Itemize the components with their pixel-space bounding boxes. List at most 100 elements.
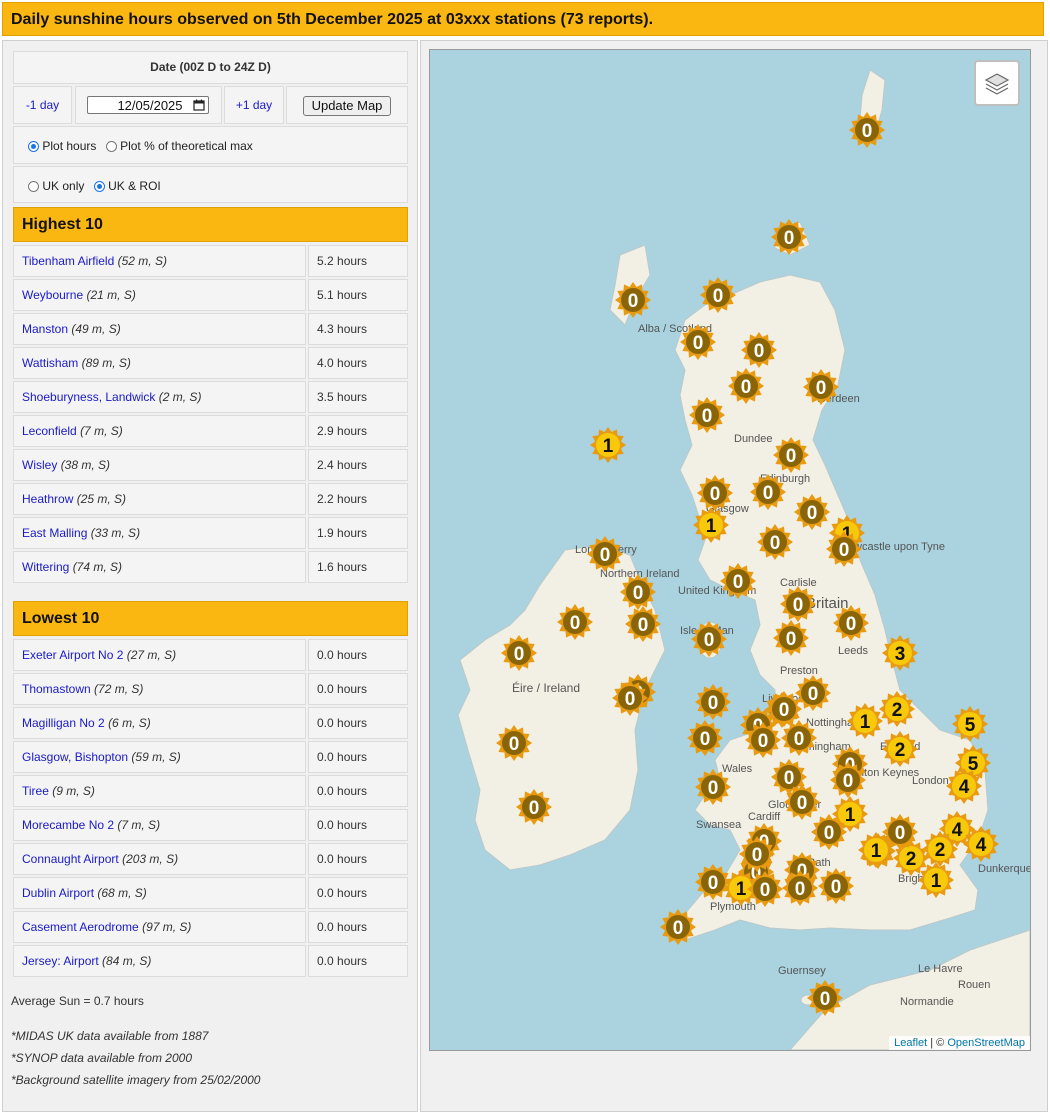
place-label: Leeds <box>838 645 868 657</box>
marker-value: 0 <box>570 613 581 634</box>
station-link[interactable]: Wisley <box>22 458 57 472</box>
station-link[interactable]: East Malling <box>22 526 87 540</box>
station-cell: Connaught Airport (203 m, S) <box>13 843 306 875</box>
station-meta: (84 m, S) <box>102 954 152 968</box>
sunshine-map[interactable]: Britain Éire / Ireland United Kingdom Isle … <box>429 49 1031 1051</box>
station-meta: (7 m, S) <box>80 424 123 438</box>
sunshine-marker[interactable]: 1 <box>590 427 626 463</box>
layers-icon[interactable] <box>976 62 1018 104</box>
marker-value: 0 <box>600 545 611 566</box>
marker-value: 1 <box>845 805 856 826</box>
sunshine-value: 5.1 hours <box>308 279 408 311</box>
marker-value: 0 <box>763 483 774 504</box>
highest-heading: Highest 10 <box>13 207 408 242</box>
plot-hours-label[interactable]: Plot hours <box>42 139 96 153</box>
sunshine-value: 0.0 hours <box>308 775 408 807</box>
layers-control[interactable] <box>974 60 1020 106</box>
marker-value: 0 <box>628 291 639 312</box>
station-link[interactable]: Wittering <box>22 560 69 574</box>
marker-value: 0 <box>862 121 873 142</box>
station-cell: Heathrow (25 m, S) <box>13 483 306 515</box>
station-link[interactable]: Jersey: Airport <box>22 954 99 968</box>
sunshine-value: 0.0 hours <box>308 911 408 943</box>
marker-value: 0 <box>713 286 724 307</box>
station-link[interactable]: Tibenham Airfield <box>22 254 114 268</box>
table-row: Manston (49 m, S) 4.3 hours <box>13 313 408 345</box>
prev-day-link[interactable]: -1 day <box>26 98 59 112</box>
sunshine-marker[interactable]: 0 <box>695 684 731 720</box>
station-link[interactable]: Magilligan No 2 <box>22 716 105 730</box>
station-cell: Shoeburyness, Landwick (2 m, S) <box>13 381 306 413</box>
marker-value: 1 <box>603 436 614 457</box>
date-input[interactable]: 12/05/2025 <box>87 96 209 114</box>
station-link[interactable]: Casement Aerodrome <box>22 920 139 934</box>
marker-value: 0 <box>846 614 857 635</box>
station-link[interactable]: Morecambe No 2 <box>22 818 114 832</box>
sunshine-value: 1.6 hours <box>308 551 408 583</box>
station-meta: (38 m, S) <box>60 458 111 472</box>
station-cell: Glasgow, Bishopton (59 m, S) <box>13 741 306 773</box>
station-link[interactable]: Leconfield <box>22 424 77 438</box>
station-link[interactable]: Glasgow, Bishopton <box>22 750 128 764</box>
plot-percent-radio[interactable] <box>105 141 117 152</box>
station-link[interactable]: Wattisham <box>22 356 78 370</box>
marker-value: 0 <box>509 734 520 755</box>
map-attribution: Leaflet | © OpenStreetMap <box>889 1036 1030 1050</box>
station-cell: Casement Aerodrome (97 m, S) <box>13 911 306 943</box>
station-meta: (7 m, S) <box>117 818 161 832</box>
marker-value: 0 <box>638 615 649 636</box>
station-link[interactable]: Connaught Airport <box>22 852 119 866</box>
date-input-value: 12/05/2025 <box>117 98 183 113</box>
leaflet-link[interactable]: Leaflet <box>894 1037 927 1049</box>
station-link[interactable]: Thomastown <box>22 682 91 696</box>
station-link[interactable]: Heathrow <box>22 492 73 506</box>
sunshine-value: 0.0 hours <box>308 639 408 671</box>
table-row: Wattisham (89 m, S) 4.0 hours <box>13 347 408 379</box>
marker-value: 0 <box>843 771 854 792</box>
place-label: Le Havre <box>918 963 963 975</box>
station-link[interactable]: Tiree <box>22 784 49 798</box>
marker-value: 1 <box>931 871 942 892</box>
marker-value: 0 <box>704 630 715 651</box>
marker-value: 0 <box>779 700 790 721</box>
station-link[interactable]: Weybourne <box>22 288 83 302</box>
station-link[interactable]: Exeter Airport No 2 <box>22 648 123 662</box>
table-row: Heathrow (25 m, S) 2.2 hours <box>13 483 408 515</box>
map-canvas[interactable]: BritainÉire / IrelandUnited KingdomIsle … <box>430 50 1030 1050</box>
plot-percent-label[interactable]: Plot % of theoretical max <box>120 139 253 153</box>
table-row: Thomastown (72 m, S) 0.0 hours <box>13 673 408 705</box>
calendar-icon[interactable] <box>193 99 205 111</box>
osm-link[interactable]: OpenStreetMap <box>947 1037 1025 1049</box>
marker-value: 0 <box>895 823 906 844</box>
place-label: Dundee <box>734 433 773 445</box>
uk-only-radio[interactable] <box>28 181 39 192</box>
plot-mode-group: Plot hours Plot % of theoretical max <box>13 126 408 164</box>
right-panel: Britain Éire / Ireland United Kingdom Isle … <box>420 40 1048 1112</box>
marker-value: 0 <box>793 595 804 616</box>
uk-roi-label[interactable]: UK & ROI <box>108 179 161 193</box>
uk-roi-radio[interactable] <box>93 181 105 192</box>
station-link[interactable]: Manston <box>22 322 68 336</box>
place-label: Guernsey <box>778 965 826 977</box>
marker-value: 2 <box>906 849 917 870</box>
marker-value: 0 <box>514 644 525 665</box>
marker-value: 1 <box>736 879 747 900</box>
station-link[interactable]: Dublin Airport <box>22 886 94 900</box>
page-title: Daily sunshine hours observed on 5th Dec… <box>11 11 654 28</box>
marker-value: 0 <box>760 880 771 901</box>
uk-only-label[interactable]: UK only <box>42 179 84 193</box>
plot-hours-radio[interactable] <box>28 141 39 152</box>
table-row: Magilligan No 2 (6 m, S) 0.0 hours <box>13 707 408 739</box>
station-cell: Wisley (38 m, S) <box>13 449 306 481</box>
station-link[interactable]: Shoeburyness, Landwick <box>22 390 155 404</box>
place-label: London <box>912 775 949 787</box>
table-row: Wittering (74 m, S) 1.6 hours <box>13 551 408 583</box>
station-cell: Morecambe No 2 (7 m, S) <box>13 809 306 841</box>
marker-value: 0 <box>708 778 719 799</box>
sunshine-marker[interactable]: 0 <box>687 720 723 756</box>
update-map-button[interactable]: Update Map <box>303 96 391 116</box>
marker-value: 0 <box>708 873 719 894</box>
station-meta: (21 m, S) <box>86 288 136 302</box>
station-meta: (33 m, S) <box>90 526 141 540</box>
next-day-link[interactable]: +1 day <box>236 98 272 112</box>
